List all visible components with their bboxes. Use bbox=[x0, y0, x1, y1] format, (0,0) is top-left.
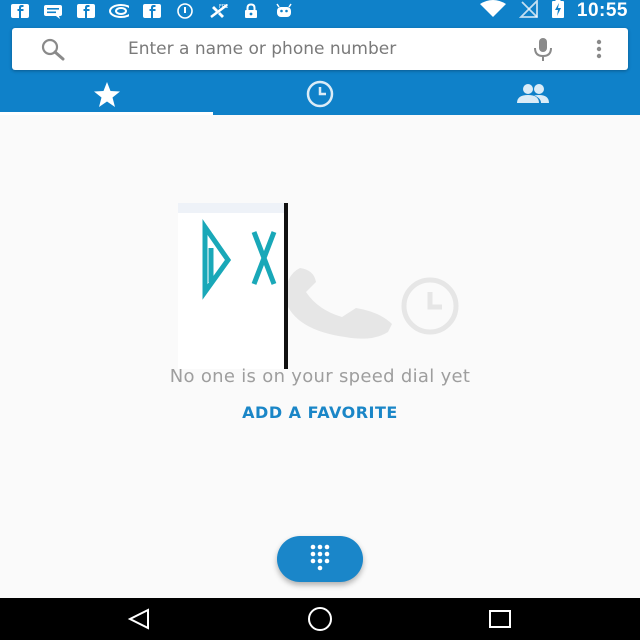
system-navigation-bar bbox=[0, 598, 640, 640]
mic-icon[interactable] bbox=[531, 36, 555, 62]
facebook-icon bbox=[142, 3, 162, 19]
home-button[interactable] bbox=[305, 606, 335, 632]
search-icon[interactable] bbox=[40, 37, 66, 61]
active-tab-indicator bbox=[0, 112, 213, 115]
star-icon bbox=[92, 80, 122, 113]
battery-charging-icon bbox=[551, 0, 565, 24]
notification-icons: FREE bbox=[10, 2, 294, 20]
phone-handset-illustration bbox=[285, 268, 392, 339]
dx-logo-overlay bbox=[178, 203, 288, 369]
tab-bar bbox=[0, 77, 640, 115]
back-icon bbox=[127, 608, 149, 630]
search-input[interactable] bbox=[128, 28, 488, 70]
tab-speed-dial[interactable] bbox=[0, 77, 213, 115]
lock-icon bbox=[241, 3, 261, 19]
more-options-icon[interactable] bbox=[593, 36, 605, 62]
facebook-icon bbox=[10, 3, 30, 19]
message-icon bbox=[43, 3, 63, 19]
dialpad-icon bbox=[309, 543, 331, 576]
status-time: 10:55 bbox=[576, 0, 628, 21]
tab-contacts[interactable] bbox=[427, 77, 640, 115]
empty-state-message: No one is on your speed dial yet bbox=[169, 366, 471, 387]
back-button[interactable] bbox=[124, 606, 154, 632]
no-signal-icon: FREE bbox=[208, 3, 228, 19]
dialpad-button[interactable] bbox=[277, 536, 363, 582]
people-icon bbox=[515, 82, 551, 111]
speed-dial-empty-state: No one is on your speed dial yet ADD A F… bbox=[0, 200, 640, 430]
nvidia-icon bbox=[109, 3, 129, 19]
tab-recents[interactable] bbox=[213, 77, 426, 115]
recents-icon bbox=[489, 610, 511, 628]
empty-speed-dial-illustration bbox=[178, 203, 459, 369]
no-sim-icon bbox=[518, 0, 539, 23]
recent-apps-button[interactable] bbox=[485, 606, 515, 632]
info-icon bbox=[175, 3, 195, 19]
search-box[interactable] bbox=[12, 28, 628, 70]
clock-illustration bbox=[401, 277, 459, 335]
system-status-icons: 10:55 bbox=[479, 0, 628, 22]
wifi-icon bbox=[479, 0, 507, 23]
svg-text:FREE: FREE bbox=[219, 4, 228, 10]
clock-icon bbox=[304, 80, 336, 113]
add-favorite-button[interactable]: ADD A FAVORITE bbox=[0, 403, 640, 422]
android-icon bbox=[274, 3, 294, 19]
status-bar: FREE 10:55 bbox=[0, 0, 640, 22]
app-bar bbox=[0, 22, 640, 115]
home-icon bbox=[308, 607, 332, 631]
facebook-icon bbox=[76, 3, 96, 19]
